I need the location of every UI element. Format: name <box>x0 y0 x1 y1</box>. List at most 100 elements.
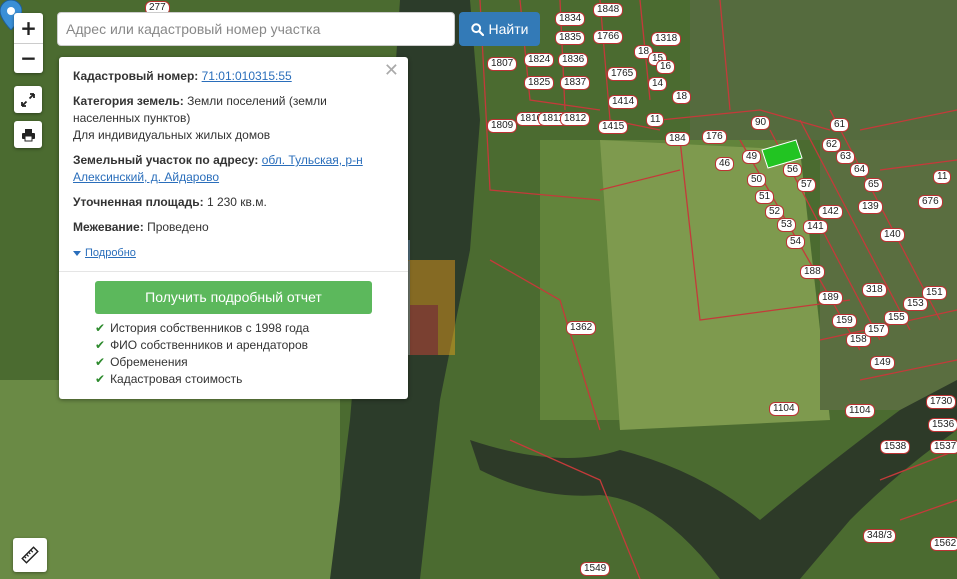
survey-label: Межевание: <box>73 220 144 234</box>
parcel-label[interactable]: 65 <box>864 178 884 192</box>
parcel-label[interactable]: 1362 <box>566 321 597 335</box>
print-button[interactable] <box>14 121 42 148</box>
parcel-label[interactable]: 1414 <box>608 95 639 109</box>
parcel-label[interactable]: 11 <box>646 113 665 127</box>
land-purpose-value: Для индивидуальных жилых домов <box>73 128 271 142</box>
parcel-label[interactable]: 141 <box>803 220 828 234</box>
parcel-label[interactable]: 53 <box>777 218 797 232</box>
cadastral-number-link[interactable]: 71:01:010315:55 <box>202 69 292 83</box>
parcel-label[interactable]: 1809 <box>487 119 518 133</box>
list-item: ✔ ФИО собственников и арендаторов <box>95 337 394 354</box>
feature-text: Кадастровая стоимость <box>110 372 243 386</box>
area-row: Уточненная площадь: 1 230 кв.м. <box>73 194 394 211</box>
parcel-label[interactable]: 57 <box>797 178 817 192</box>
ruler-icon <box>21 546 39 564</box>
parcel-label[interactable]: 61 <box>830 118 850 132</box>
cadastral-number-label: Кадастровый номер: <box>73 69 199 83</box>
zoom-in-button[interactable]: + <box>14 13 43 44</box>
parcel-label[interactable]: 139 <box>858 200 883 214</box>
parcel-label[interactable]: 157 <box>864 323 889 337</box>
parcel-label[interactable]: 188 <box>800 265 825 279</box>
close-icon[interactable]: ✕ <box>384 62 399 80</box>
parcel-label[interactable]: 63 <box>836 150 856 164</box>
parcel-label[interactable]: 176 <box>702 130 727 144</box>
parcel-label[interactable]: 189 <box>818 291 843 305</box>
parcel-label[interactable]: 1104 <box>845 404 875 418</box>
parcel-label[interactable]: 142 <box>818 205 843 219</box>
parcel-label[interactable]: 51 <box>755 190 775 204</box>
parcel-label[interactable]: 1104 <box>769 402 799 416</box>
parcel-label[interactable]: 155 <box>884 311 909 325</box>
feature-text: Обременения <box>110 355 188 369</box>
parcel-label[interactable]: 1824 <box>524 53 555 67</box>
parcel-label[interactable]: 18 <box>672 90 692 104</box>
area-label: Уточненная площадь: <box>73 195 204 209</box>
search-input[interactable] <box>57 12 455 46</box>
details-toggle[interactable]: Подробно <box>73 245 136 262</box>
feature-text: История собственников с 1998 года <box>110 321 310 335</box>
parcel-label[interactable]: 90 <box>751 116 771 130</box>
parcel-label[interactable]: 1730 <box>926 395 957 409</box>
address-row: Земельный участок по адресу: обл. Тульск… <box>73 152 394 186</box>
parcel-label[interactable]: 676 <box>918 195 943 209</box>
parcel-label[interactable]: 1765 <box>607 67 638 81</box>
details-toggle-label: Подробно <box>85 247 136 259</box>
caret-down-icon <box>73 251 81 256</box>
address-label: Земельный участок по адресу: <box>73 153 259 167</box>
parcel-label[interactable]: 64 <box>850 163 870 177</box>
parcel-label[interactable]: 11 <box>933 170 952 184</box>
check-icon: ✔ <box>95 372 106 386</box>
parcel-label[interactable]: 1415 <box>598 120 629 134</box>
ruler-button[interactable] <box>13 538 47 572</box>
parcel-label[interactable]: 1537 <box>930 440 957 454</box>
land-category-label: Категория земель: <box>73 94 184 108</box>
survey-value: Проведено <box>147 220 209 234</box>
parcel-label[interactable]: 1562 <box>930 537 957 551</box>
get-report-button[interactable]: Получить подробный отчет <box>95 281 372 314</box>
parcel-label[interactable]: 159 <box>832 314 857 328</box>
feature-text: ФИО собственников и арендаторов <box>110 338 309 352</box>
parcel-label[interactable]: 49 <box>742 150 762 164</box>
parcel-label[interactable]: 52 <box>765 205 785 219</box>
list-item: ✔ Кадастровая стоимость <box>95 371 394 388</box>
parcel-label[interactable]: 1538 <box>880 440 911 454</box>
area-value: 1 230 кв.м. <box>206 195 267 209</box>
parcel-label[interactable]: 54 <box>786 235 806 249</box>
parcel-label[interactable]: 1807 <box>487 57 518 71</box>
parcel-label[interactable]: 16 <box>656 60 676 74</box>
parcel-label[interactable]: 318 <box>862 283 887 297</box>
zoom-control: + − <box>14 13 43 73</box>
parcel-label[interactable]: 1766 <box>593 30 624 44</box>
zoom-out-button[interactable]: − <box>14 44 43 74</box>
parcel-label[interactable]: 1549 <box>580 562 611 576</box>
parcel-label[interactable]: 1848 <box>593 3 624 17</box>
parcel-label[interactable]: 149 <box>870 356 895 370</box>
parcel-label[interactable]: 14 <box>648 77 668 91</box>
search-button-label: Найти <box>488 21 529 37</box>
parcel-label[interactable]: 1536 <box>928 418 957 432</box>
print-icon <box>21 128 35 141</box>
fullscreen-button[interactable] <box>14 86 42 113</box>
parcel-label[interactable]: 1812 <box>560 112 591 126</box>
cadastral-number-row: Кадастровый номер: 71:01:010315:55 <box>73 68 394 85</box>
parcel-label[interactable]: 46 <box>715 157 735 171</box>
parcel-label[interactable]: 348/3 <box>863 529 897 543</box>
search-button[interactable]: Найти <box>459 12 540 46</box>
divider <box>59 271 408 272</box>
search-icon <box>470 22 484 36</box>
parcel-label[interactable]: 56 <box>783 163 803 177</box>
parcel-label[interactable]: 184 <box>665 132 690 146</box>
parcel-label[interactable]: 140 <box>880 228 905 242</box>
list-item: ✔ История собственников с 1998 года <box>95 320 394 337</box>
parcel-label[interactable]: 1834 <box>555 12 586 26</box>
parcel-label[interactable]: 1825 <box>524 76 555 90</box>
parcel-label[interactable]: 1835 <box>555 31 586 45</box>
parcel-label[interactable]: 151 <box>922 286 947 300</box>
check-icon: ✔ <box>95 355 106 369</box>
parcel-label[interactable]: 1318 <box>651 32 682 46</box>
check-icon: ✔ <box>95 338 106 352</box>
parcel-label[interactable]: 1837 <box>560 76 591 90</box>
check-icon: ✔ <box>95 321 106 335</box>
parcel-label[interactable]: 1836 <box>558 53 589 67</box>
parcel-label[interactable]: 50 <box>747 173 767 187</box>
